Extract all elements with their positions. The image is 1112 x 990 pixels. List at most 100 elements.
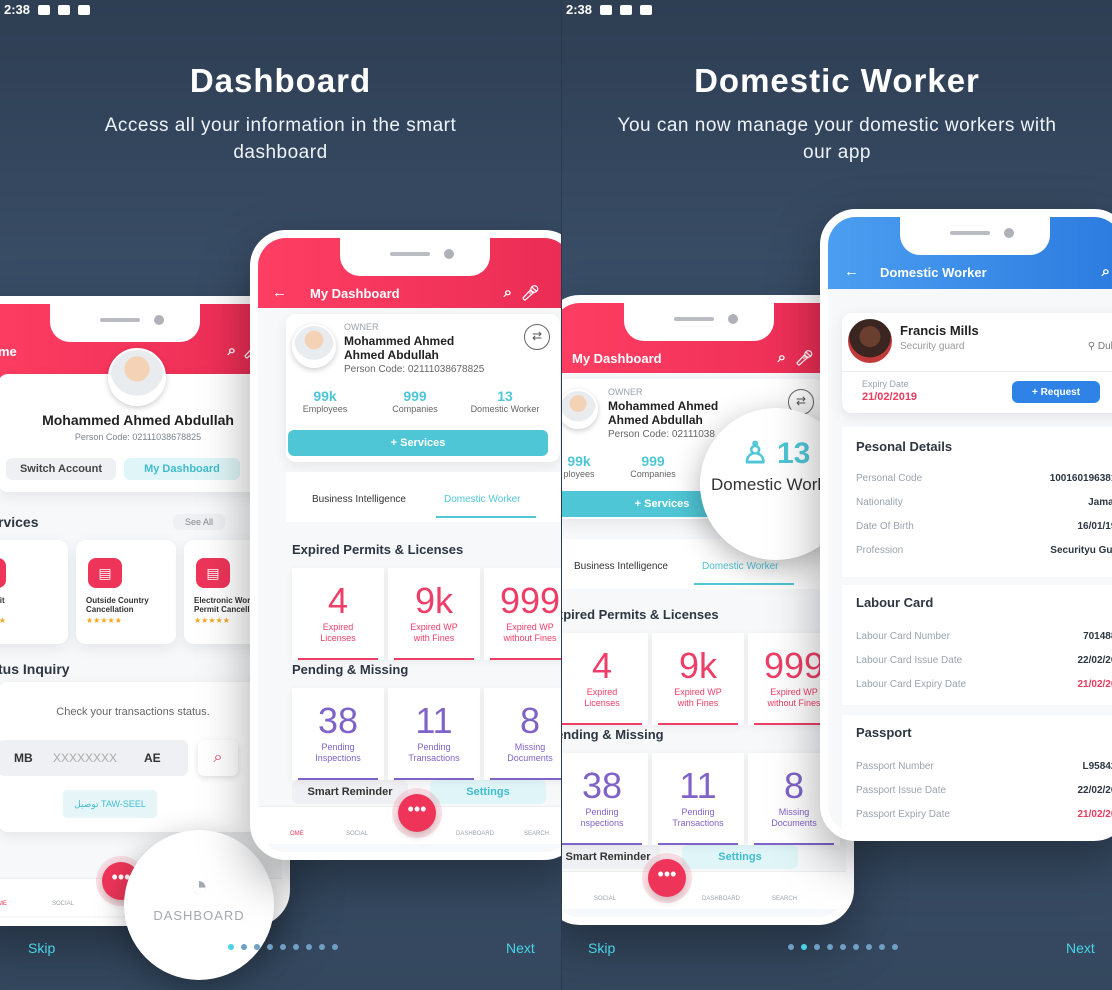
stat-label: Pending Transactions	[408, 742, 460, 763]
expired-section-title: xpired Permits & Licenses	[561, 607, 719, 622]
owner-card: OWNER Mohammed Ahmed Ahmed Abdullah Pers…	[286, 314, 560, 462]
nav-home[interactable]: OME	[290, 831, 304, 837]
stat-tile[interactable]: 11 Pending Transactions	[652, 753, 744, 845]
stat-label: Pending Transactions	[672, 807, 724, 828]
next-button[interactable]: Next	[1066, 940, 1095, 956]
skip-button[interactable]: Skip	[588, 940, 615, 956]
stat-value: 11	[415, 700, 453, 741]
detail-key: Passport Issue Date	[856, 785, 947, 796]
nav-social[interactable]: SOCIAL	[346, 831, 368, 837]
nav-social[interactable]: SOCIAL	[52, 901, 74, 907]
phone-home-mockup: me ⌕ 🎤︎ Mohammed Ahmed Abdullah Person C…	[0, 296, 290, 926]
back-arrow-icon[interactable]: ←	[272, 284, 287, 301]
settings-button[interactable]: Settings	[430, 780, 546, 804]
detail-key: Date Of Birth	[856, 521, 914, 532]
detail-row: Date Of Birth 16/01/199	[856, 521, 1112, 532]
stat-label: Expired Licenses	[320, 622, 356, 643]
skip-button[interactable]: Skip	[28, 940, 55, 956]
switch-icon[interactable]: ⇄	[524, 324, 550, 350]
smart-reminder-button[interactable]: Smart Reminder	[292, 780, 408, 804]
my-dashboard-button[interactable]: My Dashboard	[124, 458, 240, 480]
mail-icon	[58, 4, 71, 15]
detail-row: Labour Card Issue Date 22/02/201	[856, 655, 1112, 666]
next-button[interactable]: Next	[506, 940, 535, 956]
nav-dashboard[interactable]: DASHBOARD	[456, 831, 494, 837]
count-label: Companies	[392, 404, 438, 414]
service-label: rk Permit yment	[0, 596, 5, 605]
count-item: 999 Companies	[370, 388, 460, 414]
count-label: Companies	[630, 469, 676, 479]
smart-reminder-button[interactable]: Smart Reminder	[562, 845, 660, 869]
count-value: 99k	[567, 453, 591, 469]
tab-business-intelligence[interactable]: Business Intelligence	[574, 561, 668, 572]
notification-icon	[600, 4, 613, 15]
search-icon[interactable]: ⌕	[1102, 263, 1110, 280]
pending-section-title: ending & Missing	[561, 727, 664, 742]
nav-search[interactable]: SEARCH	[524, 831, 549, 837]
search-icon[interactable]: ⌕	[504, 284, 512, 301]
expired-section-title: Expired Permits & Licenses	[292, 542, 464, 557]
page-indicator	[788, 944, 898, 950]
onboarding-slide-domestic-worker: 2:38 Domestic Worker You can now manage …	[561, 0, 1112, 990]
count-label: Domestic Worker	[470, 404, 540, 414]
nav-home[interactable]: ME	[0, 901, 7, 907]
nav-search[interactable]: SEARCH	[772, 896, 797, 902]
detail-key: Profession	[856, 545, 904, 556]
avatar	[848, 319, 892, 363]
service-label: Electronic Work Permit Cancella	[194, 596, 255, 614]
rating-stars: ★★★★★	[194, 616, 230, 625]
search-icon[interactable]: ⌕	[778, 349, 786, 366]
tab-business-intelligence[interactable]: Business Intelligence	[312, 494, 406, 505]
stat-tile[interactable]: 999 Expired WP without Fines	[484, 568, 561, 660]
detail-key: Nationality	[856, 497, 903, 508]
service-card[interactable]: ▤ Outside Country Cancellation ★★★★★	[76, 540, 176, 644]
stat-value: 9k	[414, 580, 454, 621]
tab-domestic-worker[interactable]: Domestic Worker	[702, 561, 779, 572]
more-button[interactable]: •••	[648, 859, 686, 897]
service-label: Outside Country Cancellation	[86, 596, 149, 614]
see-all-button[interactable]: See All	[173, 514, 225, 530]
switch-account-button[interactable]: Switch Account	[6, 458, 116, 480]
stat-tile[interactable]: 4 Expired Licenses	[292, 568, 384, 660]
location-pin-icon: ⚲	[1087, 341, 1098, 352]
owner-name: Mohammed Ahmed Ahmed Abdullah	[608, 399, 719, 427]
person-code: Person Code: 02111038678825	[344, 364, 485, 375]
detail-key: Labour Card Number	[856, 631, 950, 642]
mail-icon	[620, 4, 633, 15]
play-store-icon	[78, 4, 91, 15]
settings-button[interactable]: Settings	[682, 845, 798, 869]
stat-tile[interactable]: 9k Expired WP with Fines	[388, 568, 480, 660]
microphone-icon[interactable]: 🎤︎	[795, 349, 814, 367]
back-arrow-icon[interactable]: ←	[844, 263, 859, 280]
stat-value: 4	[327, 580, 349, 621]
status-bar: 2:38	[4, 2, 91, 17]
stat-tile[interactable]: 4 Expired Licenses	[562, 633, 648, 725]
nav-social[interactable]: SOCIAL	[594, 896, 616, 902]
microphone-icon[interactable]: 🎤︎	[521, 284, 540, 302]
transaction-input[interactable]: MB XXXXXXXX AE	[0, 740, 188, 776]
count-item: 99k Employees	[280, 388, 370, 414]
request-button[interactable]: + Request	[1012, 381, 1100, 403]
service-card[interactable]: ▤ rk Permit yment ★★★★★	[0, 540, 68, 644]
more-button[interactable]: •••	[398, 794, 436, 832]
stat-label: Missing Documents	[507, 742, 553, 763]
search-icon[interactable]: ⌕	[228, 342, 236, 359]
count-value: 13	[497, 388, 513, 404]
detail-key: Personal Code	[856, 473, 923, 484]
stat-tile[interactable]: 38 Pending nspections	[562, 753, 648, 845]
stat-tile[interactable]: 11 Pending Transactions	[388, 688, 480, 780]
stat-label: Expired WP with Fines	[410, 622, 458, 643]
stat-label: Expired WP with Fines	[674, 687, 722, 708]
document-icon: ▤	[196, 558, 230, 588]
owner-name: Mohammed Ahmed Ahmed Abdullah	[344, 334, 455, 362]
tab-domestic-worker[interactable]: Domestic Worker	[444, 494, 521, 505]
search-icon[interactable]: ⌕	[198, 740, 238, 776]
stat-tile[interactable]: 9k Expired WP with Fines	[652, 633, 744, 725]
person-code: Person Code: 02111038	[608, 429, 715, 440]
avatar	[108, 348, 166, 406]
stat-tile[interactable]: 8 Missing Documents	[484, 688, 561, 780]
stat-tile[interactable]: 38 Pending Inspections	[292, 688, 384, 780]
services-button[interactable]: + Services	[288, 430, 548, 456]
nav-dashboard[interactable]: DASHBOARD	[702, 896, 740, 902]
status-hint: Check your transactions status.	[56, 706, 210, 718]
